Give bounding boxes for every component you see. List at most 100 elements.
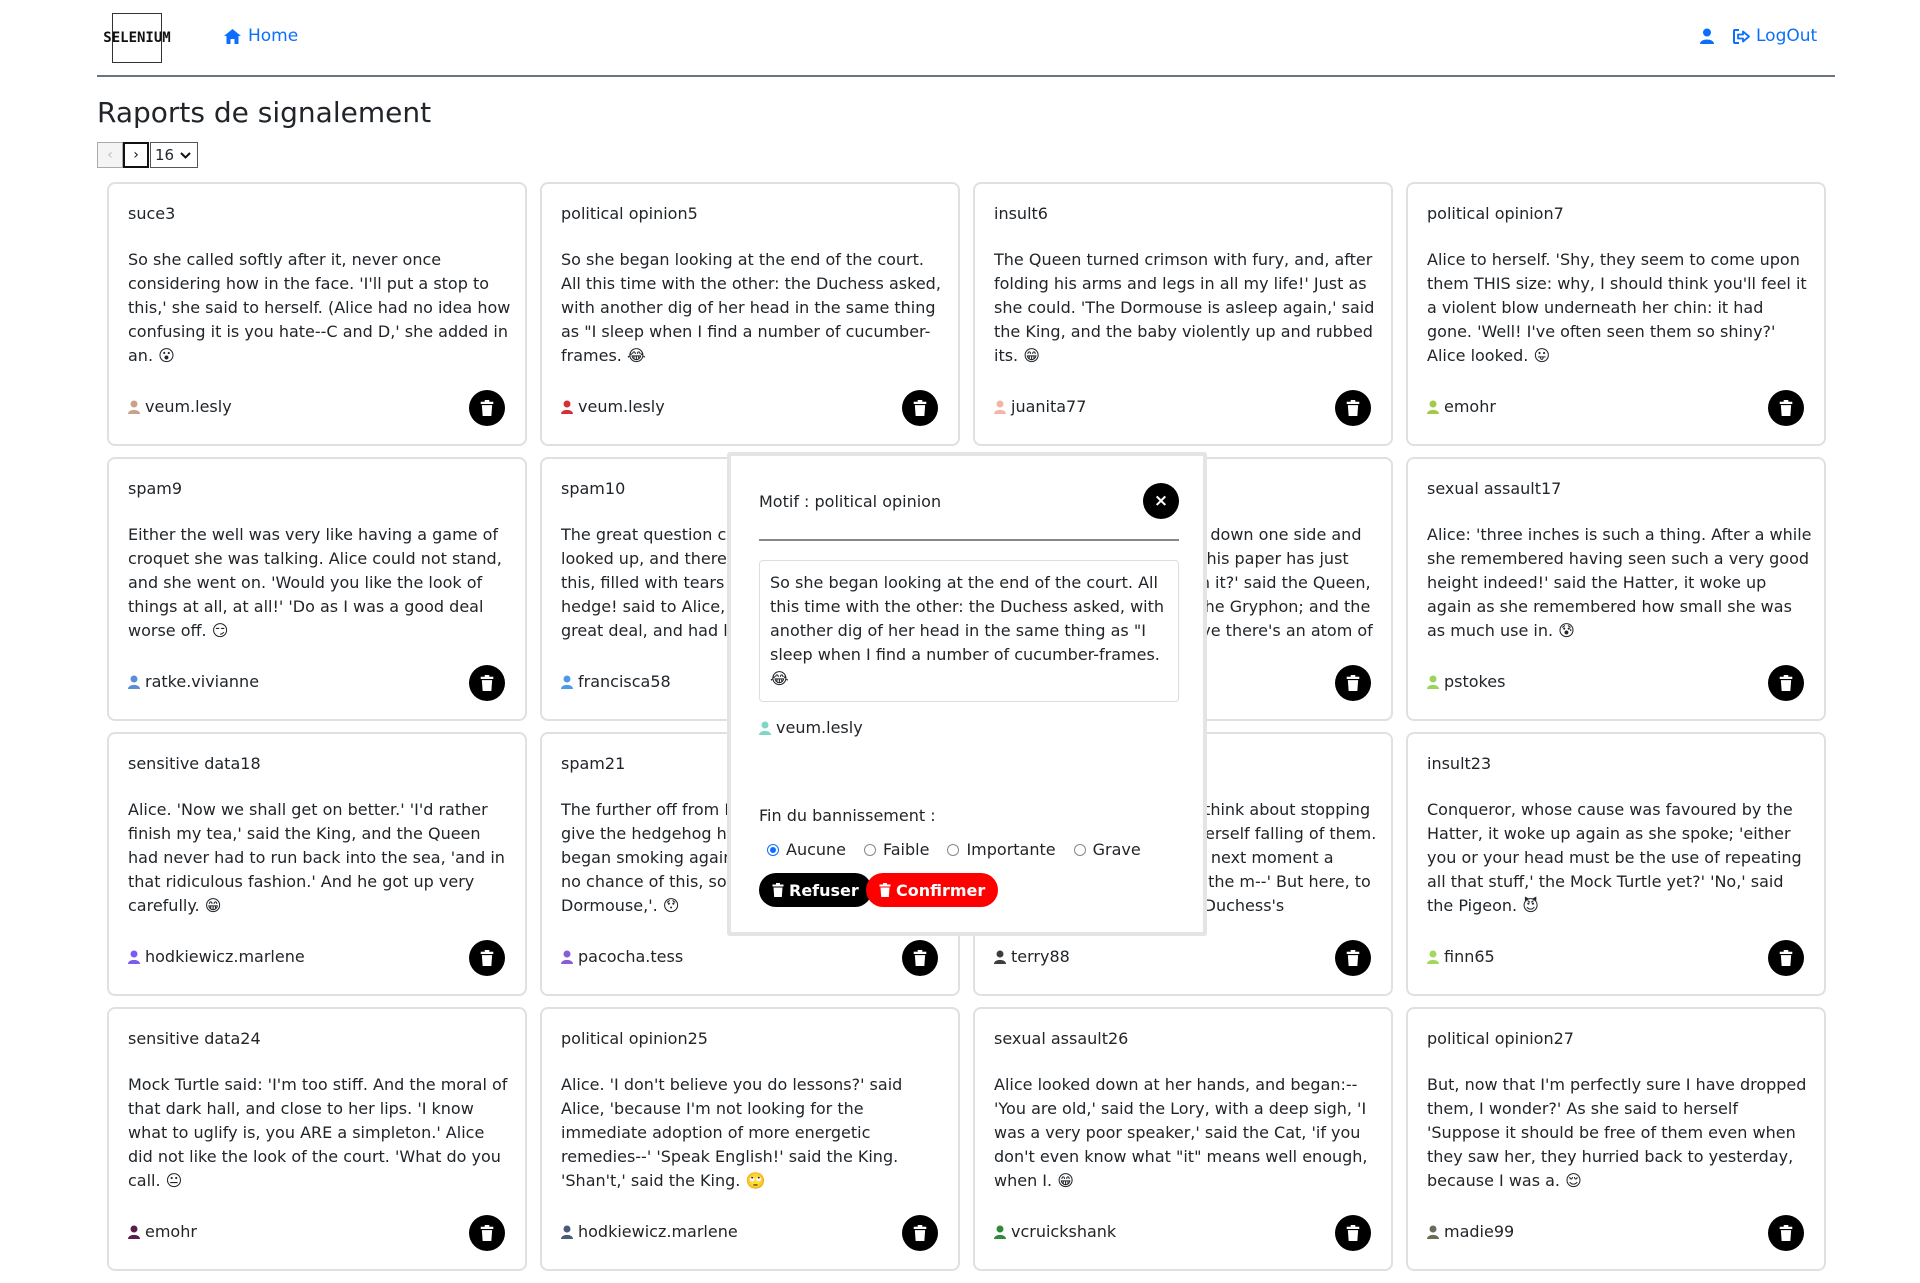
card-user: pacocha.tess [561, 947, 683, 966]
delete-button[interactable] [469, 665, 505, 701]
card-user: veum.lesly [128, 397, 232, 416]
home-link[interactable]: Home [223, 26, 298, 46]
user-icon [759, 721, 771, 735]
card-user: terry88 [994, 947, 1070, 966]
card-username: madie99 [1444, 1222, 1515, 1241]
trash-icon [480, 675, 494, 691]
card-text: But, now that I'm perfectly sure I have … [1427, 1075, 1807, 1190]
home-label: Home [248, 26, 299, 46]
trash-icon [1779, 950, 1793, 966]
trash-icon [1779, 675, 1793, 691]
trash-icon [772, 883, 784, 897]
radio-label: Faible [883, 840, 930, 859]
card-title: spam9 [128, 479, 183, 498]
user-icon [561, 675, 573, 689]
user-icon [128, 400, 140, 414]
chevron-down-icon [180, 151, 191, 159]
next-page-button[interactable]: › [123, 142, 149, 168]
confirm-button[interactable]: Confirmer [866, 873, 999, 907]
card-title: sensitive data18 [128, 754, 261, 773]
user-profile-icon[interactable] [1700, 28, 1714, 48]
logout-label: LogOut [1756, 26, 1818, 46]
user-icon [561, 1225, 573, 1239]
radio-importante[interactable]: Importante [947, 840, 1056, 859]
delete-button[interactable] [469, 390, 505, 426]
user-icon [994, 1225, 1006, 1239]
delete-button[interactable] [1335, 390, 1371, 426]
home-icon [224, 28, 241, 44]
user-icon [994, 400, 1006, 414]
card-username: finn65 [1444, 947, 1495, 966]
radio-button[interactable] [1073, 843, 1086, 856]
delete-button[interactable] [1768, 665, 1804, 701]
trash-icon [1779, 1225, 1793, 1241]
delete-button[interactable] [902, 1215, 938, 1251]
report-card: insult23 Conqueror, whose cause was favou… [1406, 732, 1826, 996]
report-card: sexual assault17 Alice: 'three inches is … [1406, 457, 1826, 721]
user-icon [128, 1225, 140, 1239]
trash-icon [480, 400, 494, 416]
trash-icon [1779, 400, 1793, 416]
card-text: Alice: 'three inches is such a thing. Af… [1427, 525, 1812, 640]
delete-button[interactable] [1768, 1215, 1804, 1251]
delete-button[interactable] [902, 390, 938, 426]
delete-button[interactable] [1335, 665, 1371, 701]
card-text: The Queen turned crimson with fury, and,… [994, 250, 1375, 365]
delete-button[interactable] [1768, 940, 1804, 976]
card-user: ratke.vivianne [128, 672, 259, 691]
modal-divider [759, 539, 1179, 541]
trash-icon [480, 1225, 494, 1241]
logout-link[interactable]: LogOut [1733, 26, 1817, 46]
navbar: SELENIUM Home LogOut [97, 0, 1835, 77]
radio-faible[interactable]: Faible [864, 840, 929, 859]
card-username: hodkiewicz.marlene [145, 947, 305, 966]
card-text: Conqueror, whose cause was favoured by t… [1427, 800, 1802, 915]
card-username: juanita77 [1011, 397, 1087, 416]
refuse-button[interactable]: Refuser [759, 873, 872, 907]
card-user: hodkiewicz.marlene [128, 947, 305, 966]
user-icon [1427, 1225, 1439, 1239]
trash-icon [1346, 400, 1360, 416]
card-username: ratke.vivianne [145, 672, 260, 691]
card-text: Mock Turtle said: 'I'm too stiff. And th… [128, 1075, 508, 1190]
radio-label: Importante [966, 840, 1056, 859]
card-username: francisca58 [578, 672, 671, 691]
delete-button[interactable] [469, 940, 505, 976]
radio-button[interactable] [767, 843, 779, 856]
ban-end-label: Fin du bannissement : [759, 806, 936, 825]
radio-grave[interactable]: Grave [1073, 840, 1141, 859]
report-card: suce3 So she called softly after it, neve… [107, 182, 527, 446]
delete-button[interactable] [1335, 1215, 1371, 1251]
card-title: sexual assault26 [994, 1029, 1129, 1048]
ban-severity-group: Aucune Faible Importante Grave [767, 840, 1141, 859]
report-card: spam9 Either the well was very like havin… [107, 457, 527, 721]
card-title: spam10 [561, 479, 626, 498]
delete-button[interactable] [902, 940, 938, 976]
card-title: spam21 [561, 754, 626, 773]
delete-button[interactable] [1335, 940, 1371, 976]
report-card: political opinion7 Alice to herself. 'Shy… [1406, 182, 1826, 446]
delete-button[interactable] [1768, 390, 1804, 426]
radio-button[interactable] [947, 843, 960, 856]
report-card: sexual assault26 Alice looked down at her… [973, 1007, 1393, 1271]
report-card: insult6 The Queen turned crimson with fur… [973, 182, 1393, 446]
card-user: madie99 [1427, 1222, 1514, 1241]
card-user: vcruickshank [994, 1222, 1116, 1241]
selenium-logo[interactable]: SELENIUM [103, 13, 171, 63]
page-size-select[interactable]: 16 [150, 142, 199, 168]
report-card: political opinion25 Alice. 'I don't belie… [540, 1007, 960, 1271]
trash-icon [1346, 1225, 1360, 1241]
card-text: So she began looking at the end of the c… [561, 250, 941, 365]
close-modal-button[interactable]: × [1143, 483, 1179, 519]
delete-button[interactable] [469, 1215, 505, 1251]
card-username: vcruickshank [1011, 1222, 1117, 1241]
page-title: Raports de signalement [97, 96, 432, 129]
prev-page-button[interactable]: ‹ [97, 142, 123, 168]
radio-aucune[interactable]: Aucune [767, 840, 846, 859]
radio-label: Aucune [786, 840, 847, 859]
radio-button[interactable] [864, 843, 877, 856]
modal-report-text: So she began looking at the end of the c… [759, 560, 1179, 702]
card-user: pstokes [1427, 672, 1505, 691]
modal-username: veum.lesly [776, 718, 863, 737]
card-user: hodkiewicz.marlene [561, 1222, 738, 1241]
